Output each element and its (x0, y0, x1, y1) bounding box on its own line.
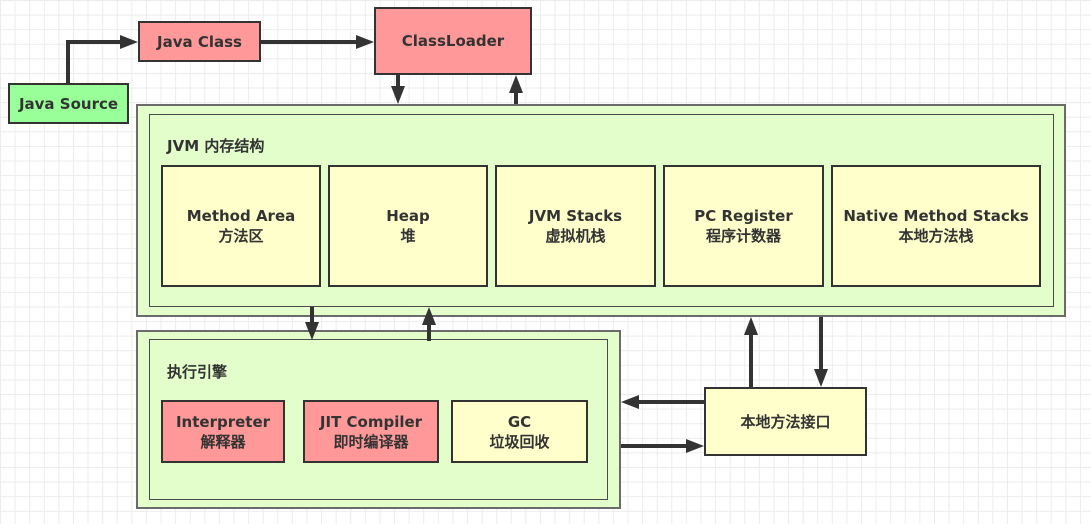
native-interface-label: 本地方法接口 (740, 412, 831, 431)
classloader-node: ClassLoader (374, 7, 532, 75)
area-zh-label: 堆 (400, 227, 416, 245)
area-zh-label: 虚拟机栈 (545, 227, 606, 245)
component-en-label: JIT Compiler (319, 412, 423, 431)
memory-area-jvm-stacks: JVM Stacks 虚拟机栈 (495, 165, 656, 287)
component-en-label: GC (507, 412, 532, 431)
area-en-label: Method Area (186, 207, 296, 225)
area-zh-label: 程序计数器 (705, 227, 781, 245)
arrow-engine-to-native-interface (621, 439, 704, 453)
arrow-native-interface-to-engine (621, 395, 704, 409)
execution-engine-title: 执行引擎 (167, 363, 228, 381)
area-en-label: Heap (386, 207, 430, 225)
jvm-memory-title: JVM 内存结构 (167, 137, 265, 155)
engine-component-interpreter: Interpreter 解释器 (161, 400, 285, 463)
area-en-label: Native Method Stacks (843, 207, 1029, 225)
arrow-native-interface-to-memory (744, 317, 758, 387)
arrow-classloader-to-memory (391, 75, 405, 104)
arrow-memory-to-native-interface (814, 317, 828, 387)
area-en-label: PC Register (694, 207, 793, 225)
component-zh-label: 解释器 (200, 432, 246, 451)
native-method-interface-node: 本地方法接口 (704, 387, 867, 456)
engine-component-jit-compiler: JIT Compiler 即时编译器 (303, 400, 439, 463)
memory-area-method-area: Method Area 方法区 (161, 165, 321, 287)
arrow-memory-to-classloader (509, 75, 523, 104)
area-zh-label: 本地方法栈 (898, 227, 974, 245)
arrow-source-to-class (66, 35, 138, 83)
component-zh-label: 垃圾回收 (489, 432, 550, 451)
area-en-label: JVM Stacks (528, 207, 623, 225)
java-class-node: Java Class (138, 21, 261, 62)
java-class-label: Java Class (157, 32, 242, 51)
component-en-label: Interpreter (175, 412, 271, 431)
classloader-label: ClassLoader (401, 32, 505, 50)
component-zh-label: 即时编译器 (333, 432, 409, 451)
engine-component-gc: GC 垃圾回收 (451, 400, 588, 463)
java-source-label: Java Source (18, 94, 119, 113)
memory-area-native-method-stacks: Native Method Stacks 本地方法栈 (831, 165, 1041, 287)
memory-area-heap: Heap 堆 (328, 165, 488, 287)
arrow-class-to-classloader (261, 35, 374, 49)
java-source-node: Java Source (8, 83, 129, 124)
area-zh-label: 方法区 (218, 227, 264, 245)
memory-area-pc-register: PC Register 程序计数器 (663, 165, 824, 287)
